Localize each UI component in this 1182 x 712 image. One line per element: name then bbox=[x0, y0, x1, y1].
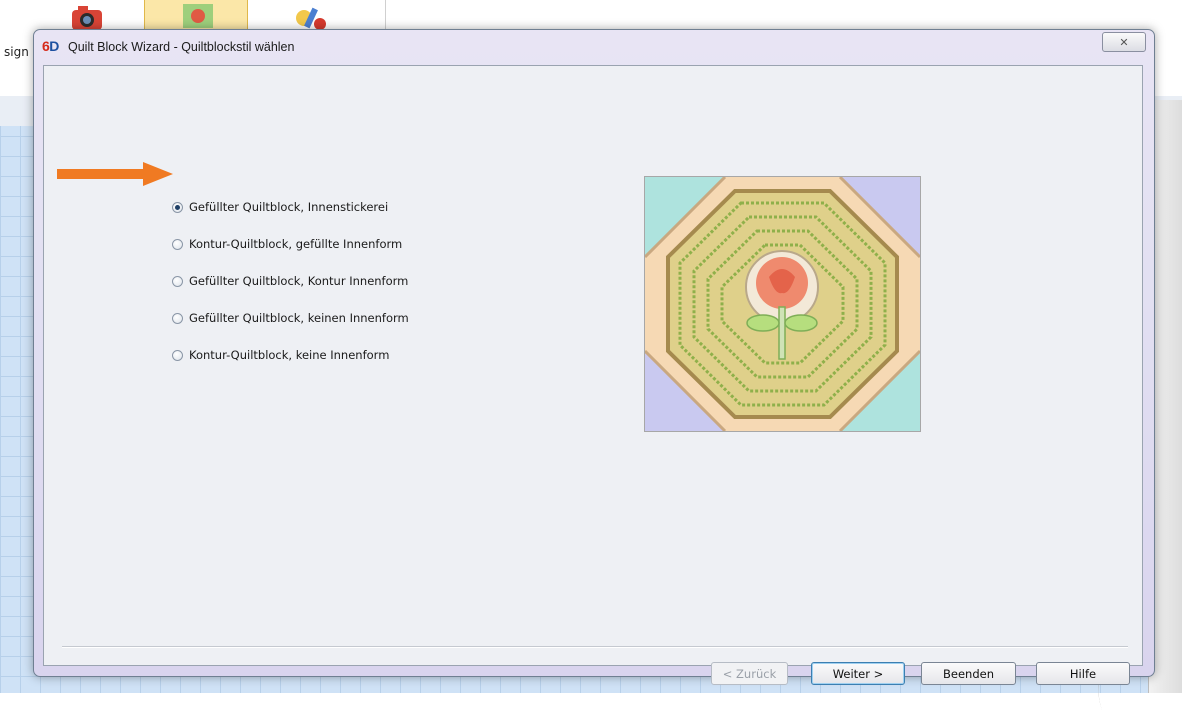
radio-button[interactable] bbox=[172, 275, 183, 287]
option-label: Kontur-Quiltblock, gefüllte Innenform bbox=[189, 237, 403, 251]
option-outline-no-inner-shape[interactable]: Kontur-Quiltblock, keine Innenform bbox=[172, 345, 389, 365]
button-divider bbox=[62, 646, 1128, 648]
option-filled-outline-inner-shape[interactable]: Gefüllter Quiltblock, Kontur Innenform bbox=[172, 271, 408, 291]
arrow-icon bbox=[57, 162, 173, 186]
radio-button[interactable] bbox=[172, 312, 183, 324]
finish-button[interactable]: Beenden bbox=[921, 662, 1016, 685]
radio-button[interactable] bbox=[172, 349, 183, 361]
back-button[interactable]: < Zurück bbox=[711, 662, 788, 685]
app-logo: 6D bbox=[42, 38, 59, 54]
dialog-titlebar[interactable]: 6D Quilt Block Wizard - Quiltblockstil w… bbox=[34, 30, 1154, 66]
quilt-block-preview bbox=[644, 176, 921, 432]
close-icon: ✕ bbox=[1119, 35, 1129, 49]
quilt-block-wizard-dialog: 6D Quilt Block Wizard - Quiltblockstil w… bbox=[33, 29, 1155, 685]
radio-button[interactable] bbox=[172, 238, 183, 250]
window-title: Quilt Block Wizard - Quiltblockstil wähl… bbox=[68, 40, 295, 54]
next-button[interactable]: Weiter > bbox=[811, 662, 905, 685]
option-label: Gefüllter Quiltblock, Innenstickerei bbox=[189, 200, 389, 214]
option-label: Kontur-Quiltblock, keine Innenform bbox=[189, 348, 390, 362]
option-label: Gefüllter Quiltblock, Kontur Innenform bbox=[189, 274, 409, 288]
option-filled-no-inner-shape[interactable]: Gefüllter Quiltblock, keinen Innenform bbox=[172, 308, 409, 328]
dialog-client-area: Gefüllter Quiltblock, Innenstickerei Kon… bbox=[43, 65, 1143, 685]
help-button[interactable]: Hilfe bbox=[1036, 662, 1130, 685]
radio-button[interactable] bbox=[172, 201, 183, 213]
quilt-block-rose-preview-image bbox=[645, 177, 920, 431]
option-label: Gefüllter Quiltblock, keinen Innenform bbox=[189, 311, 409, 325]
option-outline-filled-inner-shape[interactable]: Kontur-Quiltblock, gefüllte Innenform bbox=[172, 234, 402, 254]
option-filled-inner-embroidery[interactable]: Gefüllter Quiltblock, Innenstickerei bbox=[172, 197, 388, 217]
close-button[interactable]: ✕ bbox=[1102, 32, 1146, 52]
background-side-label: sign bbox=[4, 45, 29, 59]
